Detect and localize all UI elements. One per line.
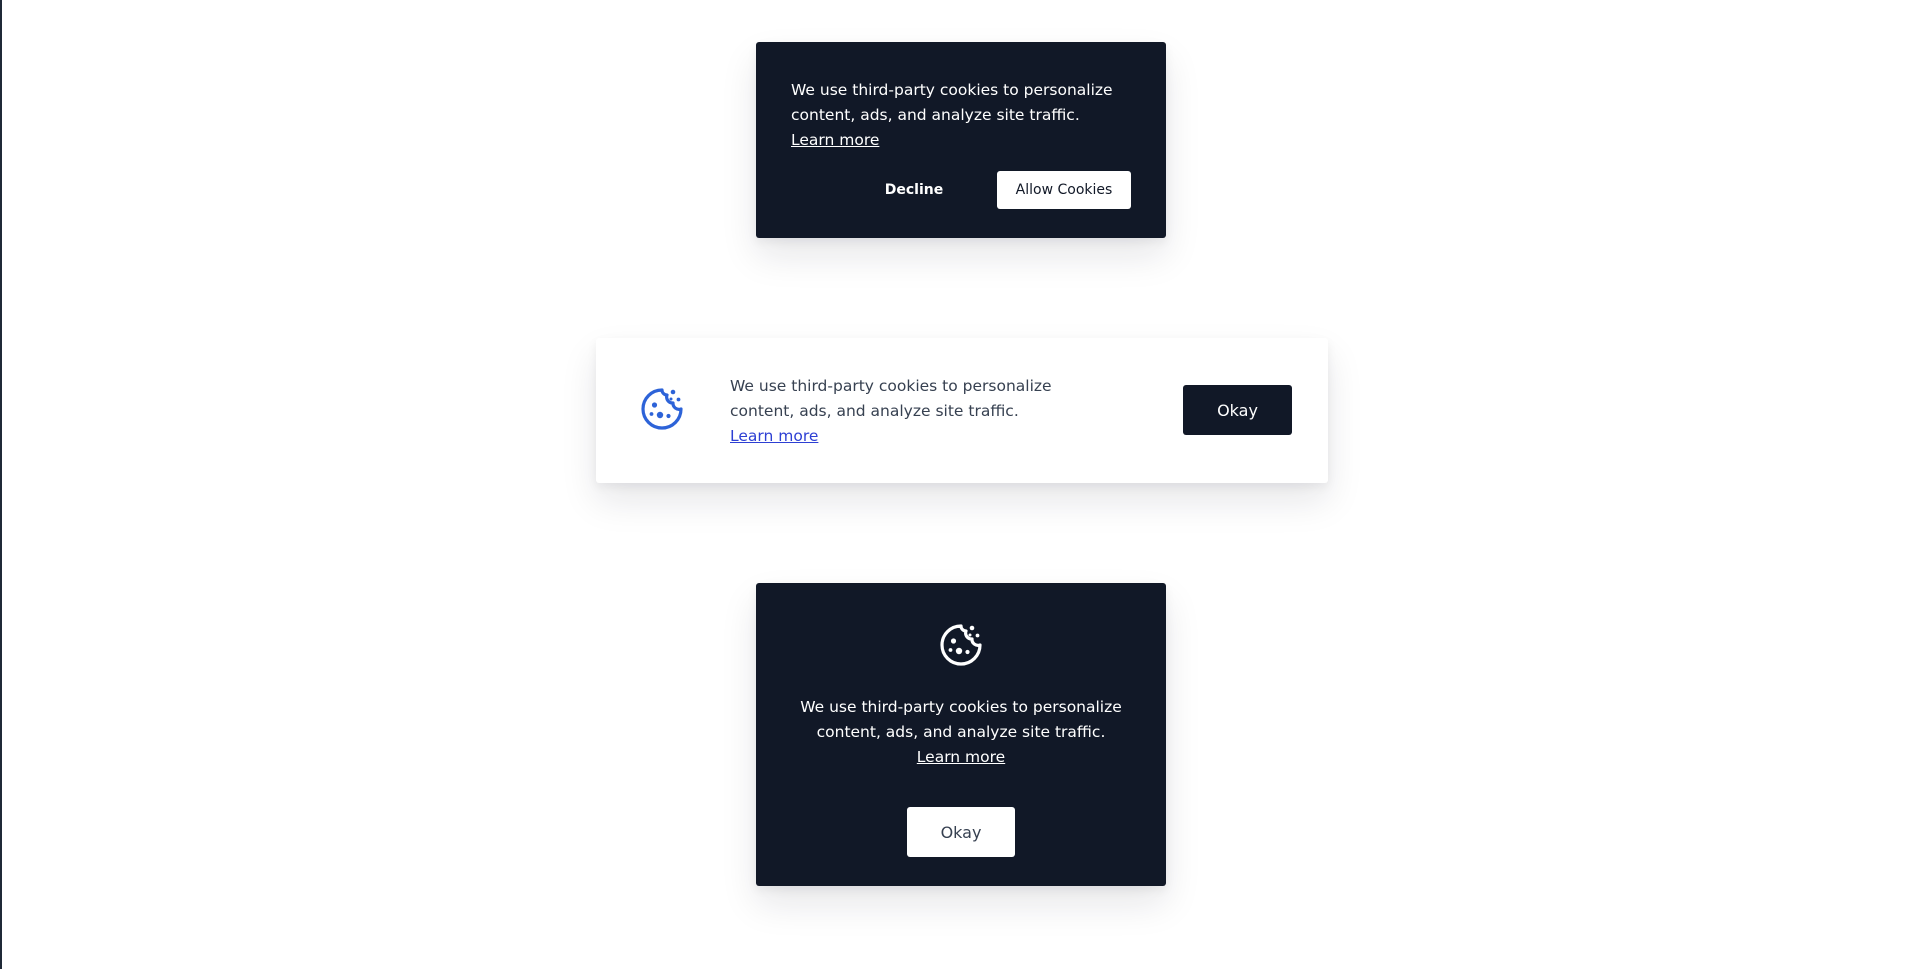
cookie-banner-bottom: We use third-party cookies to personaliz… xyxy=(756,583,1166,886)
learn-more-link[interactable]: Learn more xyxy=(791,128,879,153)
cookie-message: We use third-party cookies to personaliz… xyxy=(730,374,1060,449)
cookie-actions: Decline Allow Cookies xyxy=(756,171,1166,209)
cookie-message-text: We use third-party cookies to personaliz… xyxy=(791,81,1113,124)
okay-button[interactable]: Okay xyxy=(907,807,1015,857)
window-left-edge xyxy=(0,0,2,969)
cookie-banner-top: We use third-party cookies to personaliz… xyxy=(756,42,1166,238)
cookie-message-text: We use third-party cookies to personaliz… xyxy=(730,377,1052,420)
allow-cookies-button[interactable]: Allow Cookies xyxy=(997,171,1131,209)
cookie-icon xyxy=(937,621,985,669)
cookie-message: We use third-party cookies to personaliz… xyxy=(776,695,1146,770)
okay-button[interactable]: Okay xyxy=(1183,385,1292,435)
cookie-message: We use third-party cookies to personaliz… xyxy=(791,78,1131,153)
cookie-banner-middle: We use third-party cookies to personaliz… xyxy=(596,338,1328,483)
decline-button[interactable]: Decline xyxy=(869,171,959,209)
cookie-icon xyxy=(638,385,686,433)
learn-more-link[interactable]: Learn more xyxy=(730,424,818,449)
cookie-message-text: We use third-party cookies to personaliz… xyxy=(800,698,1122,741)
learn-more-link[interactable]: Learn more xyxy=(917,745,1005,770)
